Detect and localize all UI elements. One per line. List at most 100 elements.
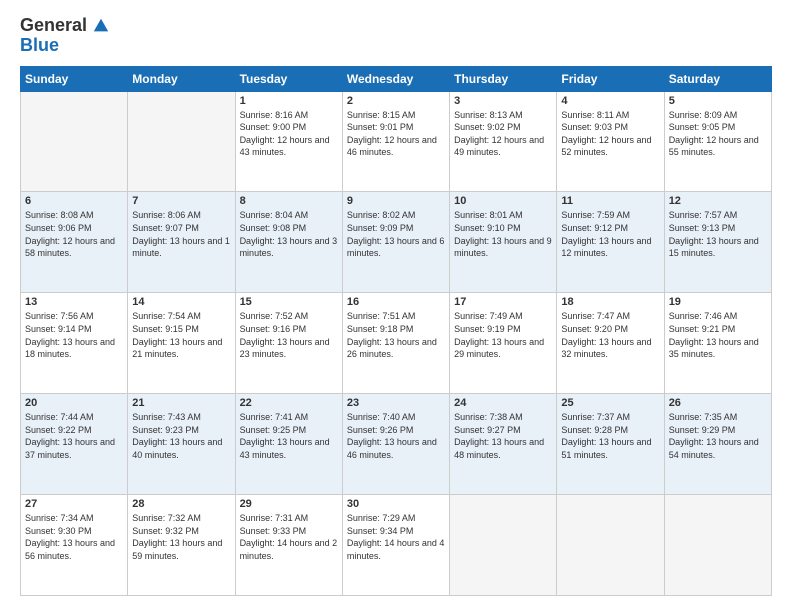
logo-icon bbox=[92, 17, 110, 35]
calendar-cell: 1 Sunrise: 8:16 AM Sunset: 9:00 PM Daylig… bbox=[235, 91, 342, 192]
week-row-1: 1 Sunrise: 8:16 AM Sunset: 9:00 PM Daylig… bbox=[21, 91, 772, 192]
weekday-header-monday: Monday bbox=[128, 66, 235, 91]
calendar-cell: 27Sunrise: 7:34 AM Sunset: 9:30 PM Dayli… bbox=[21, 495, 128, 596]
day-info: Sunrise: 7:32 AM Sunset: 9:32 PM Dayligh… bbox=[132, 512, 230, 562]
day-number: 24 bbox=[454, 397, 552, 409]
header: General Blue bbox=[20, 16, 772, 56]
calendar-cell: 30 Sunrise: 7:29 AM Sunset: 9:34 PM Dayli… bbox=[342, 495, 449, 596]
calendar-cell: 5Sunrise: 8:09 AM Sunset: 9:05 PM Daylig… bbox=[664, 91, 771, 192]
day-info: Sunrise: 8:15 AM Sunset: 9:01 PM Dayligh… bbox=[347, 109, 445, 159]
page: General Blue SundayMondayTuesdayWednesda… bbox=[0, 0, 792, 612]
day-info: Sunrise: 7:47 AM Sunset: 9:20 PM Dayligh… bbox=[561, 310, 659, 360]
day-number: 13 bbox=[25, 296, 123, 308]
day-info: Sunrise: 7:52 AM Sunset: 9:16 PM Dayligh… bbox=[240, 310, 338, 360]
calendar-cell: 26 Sunrise: 7:35 AM Sunset: 9:29 PM Dayli… bbox=[664, 394, 771, 495]
calendar-cell: 2 Sunrise: 8:15 AM Sunset: 9:01 PM Daylig… bbox=[342, 91, 449, 192]
calendar-cell: 21Sunrise: 7:43 AM Sunset: 9:23 PM Dayli… bbox=[128, 394, 235, 495]
logo: General Blue bbox=[20, 16, 110, 56]
day-info: Sunrise: 7:57 AM Sunset: 9:13 PM Dayligh… bbox=[669, 209, 767, 259]
calendar-cell: 19 Sunrise: 7:46 AM Sunset: 9:21 PM Dayli… bbox=[664, 293, 771, 394]
week-row-4: 20 Sunrise: 7:44 AM Sunset: 9:22 PM Dayli… bbox=[21, 394, 772, 495]
day-info: Sunrise: 7:41 AM Sunset: 9:25 PM Dayligh… bbox=[240, 411, 338, 461]
calendar-cell: 6 Sunrise: 8:08 AM Sunset: 9:06 PM Daylig… bbox=[21, 192, 128, 293]
calendar-cell: 11 Sunrise: 7:59 AM Sunset: 9:12 PM Dayli… bbox=[557, 192, 664, 293]
day-number: 12 bbox=[669, 195, 767, 207]
day-number: 10 bbox=[454, 195, 552, 207]
weekday-header-thursday: Thursday bbox=[450, 66, 557, 91]
day-number: 16 bbox=[347, 296, 445, 308]
day-number: 20 bbox=[25, 397, 123, 409]
calendar-cell: 17 Sunrise: 7:49 AM Sunset: 9:19 PM Dayli… bbox=[450, 293, 557, 394]
day-info: Sunrise: 8:02 AM Sunset: 9:09 PM Dayligh… bbox=[347, 209, 445, 259]
day-info: Sunrise: 7:40 AM Sunset: 9:26 PM Dayligh… bbox=[347, 411, 445, 461]
day-info: Sunrise: 7:31 AM Sunset: 9:33 PM Dayligh… bbox=[240, 512, 338, 562]
calendar-cell: 9 Sunrise: 8:02 AM Sunset: 9:09 PM Daylig… bbox=[342, 192, 449, 293]
day-info: Sunrise: 7:51 AM Sunset: 9:18 PM Dayligh… bbox=[347, 310, 445, 360]
day-number: 25 bbox=[561, 397, 659, 409]
day-info: Sunrise: 8:06 AM Sunset: 9:07 PM Dayligh… bbox=[132, 209, 230, 259]
calendar-cell: 20 Sunrise: 7:44 AM Sunset: 9:22 PM Dayli… bbox=[21, 394, 128, 495]
day-info: Sunrise: 7:43 AM Sunset: 9:23 PM Dayligh… bbox=[132, 411, 230, 461]
calendar-cell: 3 Sunrise: 8:13 AM Sunset: 9:02 PM Daylig… bbox=[450, 91, 557, 192]
day-info: Sunrise: 7:59 AM Sunset: 9:12 PM Dayligh… bbox=[561, 209, 659, 259]
calendar-cell: 29Sunrise: 7:31 AM Sunset: 9:33 PM Dayli… bbox=[235, 495, 342, 596]
day-number: 3 bbox=[454, 95, 552, 107]
calendar-cell: 24 Sunrise: 7:38 AM Sunset: 9:27 PM Dayli… bbox=[450, 394, 557, 495]
calendar-cell: 13 Sunrise: 7:56 AM Sunset: 9:14 PM Dayli… bbox=[21, 293, 128, 394]
day-number: 15 bbox=[240, 296, 338, 308]
calendar-cell bbox=[21, 91, 128, 192]
calendar-table: SundayMondayTuesdayWednesdayThursdayFrid… bbox=[20, 66, 772, 596]
day-number: 30 bbox=[347, 498, 445, 510]
day-info: Sunrise: 8:13 AM Sunset: 9:02 PM Dayligh… bbox=[454, 109, 552, 159]
day-number: 11 bbox=[561, 195, 659, 207]
week-row-3: 13 Sunrise: 7:56 AM Sunset: 9:14 PM Dayli… bbox=[21, 293, 772, 394]
day-info: Sunrise: 7:54 AM Sunset: 9:15 PM Dayligh… bbox=[132, 310, 230, 360]
day-number: 2 bbox=[347, 95, 445, 107]
day-number: 14 bbox=[132, 296, 230, 308]
day-number: 22 bbox=[240, 397, 338, 409]
day-info: Sunrise: 8:01 AM Sunset: 9:10 PM Dayligh… bbox=[454, 209, 552, 259]
weekday-header-tuesday: Tuesday bbox=[235, 66, 342, 91]
calendar-cell bbox=[557, 495, 664, 596]
day-info: Sunrise: 8:04 AM Sunset: 9:08 PM Dayligh… bbox=[240, 209, 338, 259]
calendar-cell: 7 Sunrise: 8:06 AM Sunset: 9:07 PM Daylig… bbox=[128, 192, 235, 293]
day-number: 19 bbox=[669, 296, 767, 308]
day-info: Sunrise: 7:49 AM Sunset: 9:19 PM Dayligh… bbox=[454, 310, 552, 360]
calendar-cell: 10 Sunrise: 8:01 AM Sunset: 9:10 PM Dayli… bbox=[450, 192, 557, 293]
calendar-cell bbox=[450, 495, 557, 596]
day-number: 17 bbox=[454, 296, 552, 308]
day-number: 9 bbox=[347, 195, 445, 207]
day-info: Sunrise: 7:56 AM Sunset: 9:14 PM Dayligh… bbox=[25, 310, 123, 360]
day-info: Sunrise: 7:35 AM Sunset: 9:29 PM Dayligh… bbox=[669, 411, 767, 461]
calendar-cell: 8 Sunrise: 8:04 AM Sunset: 9:08 PM Daylig… bbox=[235, 192, 342, 293]
day-number: 8 bbox=[240, 195, 338, 207]
weekday-header-row: SundayMondayTuesdayWednesdayThursdayFrid… bbox=[21, 66, 772, 91]
day-number: 7 bbox=[132, 195, 230, 207]
logo-text: General Blue bbox=[20, 16, 110, 56]
calendar-cell: 4Sunrise: 8:11 AM Sunset: 9:03 PM Daylig… bbox=[557, 91, 664, 192]
weekday-header-sunday: Sunday bbox=[21, 66, 128, 91]
day-number: 6 bbox=[25, 195, 123, 207]
calendar-cell: 23 Sunrise: 7:40 AM Sunset: 9:26 PM Dayli… bbox=[342, 394, 449, 495]
day-number: 27 bbox=[25, 498, 123, 510]
calendar-cell: 18 Sunrise: 7:47 AM Sunset: 9:20 PM Dayli… bbox=[557, 293, 664, 394]
calendar-cell: 14 Sunrise: 7:54 AM Sunset: 9:15 PM Dayli… bbox=[128, 293, 235, 394]
day-number: 26 bbox=[669, 397, 767, 409]
day-info: Sunrise: 7:38 AM Sunset: 9:27 PM Dayligh… bbox=[454, 411, 552, 461]
day-number: 5 bbox=[669, 95, 767, 107]
day-info: Sunrise: 7:46 AM Sunset: 9:21 PM Dayligh… bbox=[669, 310, 767, 360]
day-info: Sunrise: 8:16 AM Sunset: 9:00 PM Dayligh… bbox=[240, 109, 338, 159]
calendar-cell bbox=[664, 495, 771, 596]
day-number: 1 bbox=[240, 95, 338, 107]
calendar-cell: 16 Sunrise: 7:51 AM Sunset: 9:18 PM Dayli… bbox=[342, 293, 449, 394]
day-info: Sunrise: 8:08 AM Sunset: 9:06 PM Dayligh… bbox=[25, 209, 123, 259]
calendar-cell: 12 Sunrise: 7:57 AM Sunset: 9:13 PM Dayli… bbox=[664, 192, 771, 293]
calendar-cell: 22 Sunrise: 7:41 AM Sunset: 9:25 PM Dayli… bbox=[235, 394, 342, 495]
day-info: Sunrise: 7:44 AM Sunset: 9:22 PM Dayligh… bbox=[25, 411, 123, 461]
day-number: 23 bbox=[347, 397, 445, 409]
day-info: Sunrise: 8:11 AM Sunset: 9:03 PM Dayligh… bbox=[561, 109, 659, 159]
weekday-header-saturday: Saturday bbox=[664, 66, 771, 91]
weekday-header-friday: Friday bbox=[557, 66, 664, 91]
day-number: 18 bbox=[561, 296, 659, 308]
day-info: Sunrise: 7:29 AM Sunset: 9:34 PM Dayligh… bbox=[347, 512, 445, 562]
